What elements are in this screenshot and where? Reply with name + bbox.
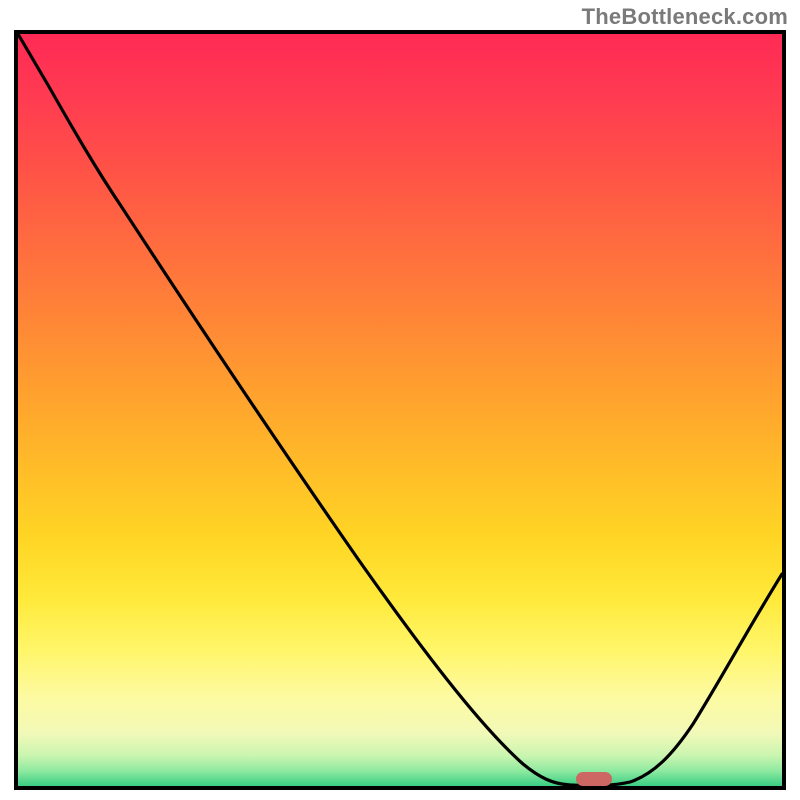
bottleneck-curve-path [18,34,782,786]
optimal-marker [576,772,612,786]
plot-area [18,34,782,786]
watermark-text: TheBottleneck.com [582,4,788,30]
chart-container: TheBottleneck.com [0,0,800,800]
curve-svg [18,34,782,786]
